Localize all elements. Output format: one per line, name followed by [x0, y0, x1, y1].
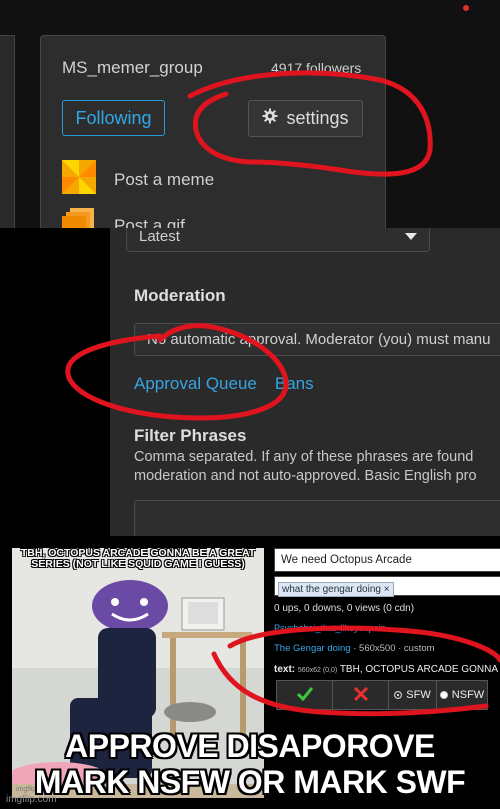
settings-label: settings: [286, 108, 349, 128]
meme-top-caption: TBH, OCTOPUS ARCADE GONNA BE A GREAT SER…: [20, 548, 256, 570]
sfw-label: SFW: [406, 689, 431, 701]
sfw-radio[interactable]: [394, 691, 403, 699]
disapprove-button[interactable]: [333, 681, 389, 709]
text-dimensions: 560x62 (0,0): [297, 667, 338, 674]
uploader-link[interactable]: Psychoboi_that_likeyoupain: [274, 623, 386, 633]
filter-phrases-help: Comma separated. If any of these phrases…: [134, 448, 500, 486]
settings-button[interactable]: settings: [248, 100, 363, 137]
post-gif-item[interactable]: Post a gif: [62, 206, 185, 228]
template-meta: The Gengar doing · 560x500 · custom: [274, 643, 435, 654]
template-link[interactable]: The Gengar doing: [274, 643, 351, 654]
moderation-actions: SFW NSFW: [276, 680, 488, 710]
text-value: TBH, OCTOPUS ARCADE GONNA BE A G: [339, 664, 500, 675]
template-meta-rest: · 560x500 · custom: [350, 643, 435, 654]
group-name[interactable]: MS_memer_group: [62, 58, 203, 78]
filter-help-line-2: moderation and not auto-approved. Basic …: [134, 468, 477, 484]
caption-line-1: APPROVE DISAPOROVE: [65, 728, 435, 764]
caret-down-icon: [405, 228, 417, 245]
post-meme-label: Post a meme: [114, 169, 215, 189]
group-panel: MS_memer_group 4917 followers Following: [0, 0, 500, 228]
pinwheel-icon: [62, 160, 96, 199]
moderation-links: Approval Queue Bans: [134, 374, 314, 394]
gear-icon: [262, 108, 278, 129]
sfw-radio-option[interactable]: SFW: [389, 681, 437, 709]
checkmark-icon: [296, 686, 313, 704]
post-meme-item[interactable]: Post a meme: [62, 160, 214, 199]
meme-title-input[interactable]: We need Octopus Arcade: [274, 548, 500, 572]
filter-phrases-input[interactable]: [134, 500, 500, 536]
notification-dot: [463, 5, 469, 11]
approve-button[interactable]: [277, 681, 333, 709]
left-card-edge: [0, 35, 15, 228]
moderation-select[interactable]: No automatic approval. Moderator (you) m…: [134, 323, 500, 356]
meme-bottom-caption: APPROVE DISAPOROVE MARK NSFW OR MARK SWF: [0, 728, 500, 800]
imgflip-watermark: imgflip.com: [6, 794, 57, 805]
post-gif-label: Post a gif: [114, 215, 185, 229]
nsfw-radio-option[interactable]: NSFW: [437, 681, 487, 709]
meme-text-line: text: 560x62 (0,0) TBH, OCTOPUS ARCADE G…: [274, 664, 500, 675]
followers-count: 4917 followers: [271, 60, 362, 76]
text-label: text:: [274, 664, 296, 675]
bans-link[interactable]: Bans: [275, 374, 314, 394]
sort-dropdown[interactable]: Latest: [126, 228, 430, 252]
nsfw-label: NSFW: [451, 689, 485, 701]
settings-panel: Latest Moderation No automatic approval.…: [110, 228, 500, 536]
sort-dropdown-value: Latest: [139, 228, 180, 245]
tags-input[interactable]: what the gengar doing ×: [274, 576, 500, 597]
moderation-heading: Moderation: [134, 286, 226, 305]
meme-stats: 0 ups, 0 downs, 0 views (0 cdn): [274, 603, 415, 614]
gif-stack-icon: [62, 206, 96, 228]
following-button[interactable]: Following: [62, 100, 165, 136]
approval-queue-link[interactable]: Approval Queue: [134, 374, 257, 394]
filter-help-line-1: Comma separated. If any of these phrases…: [134, 449, 474, 465]
nsfw-radio[interactable]: [439, 691, 448, 699]
filter-phrases-heading: Filter Phrases: [134, 426, 247, 445]
caption-line-2: MARK NSFW OR MARK SWF: [34, 764, 466, 800]
x-icon: [353, 686, 368, 704]
tag-chip[interactable]: what the gengar doing ×: [278, 582, 394, 597]
